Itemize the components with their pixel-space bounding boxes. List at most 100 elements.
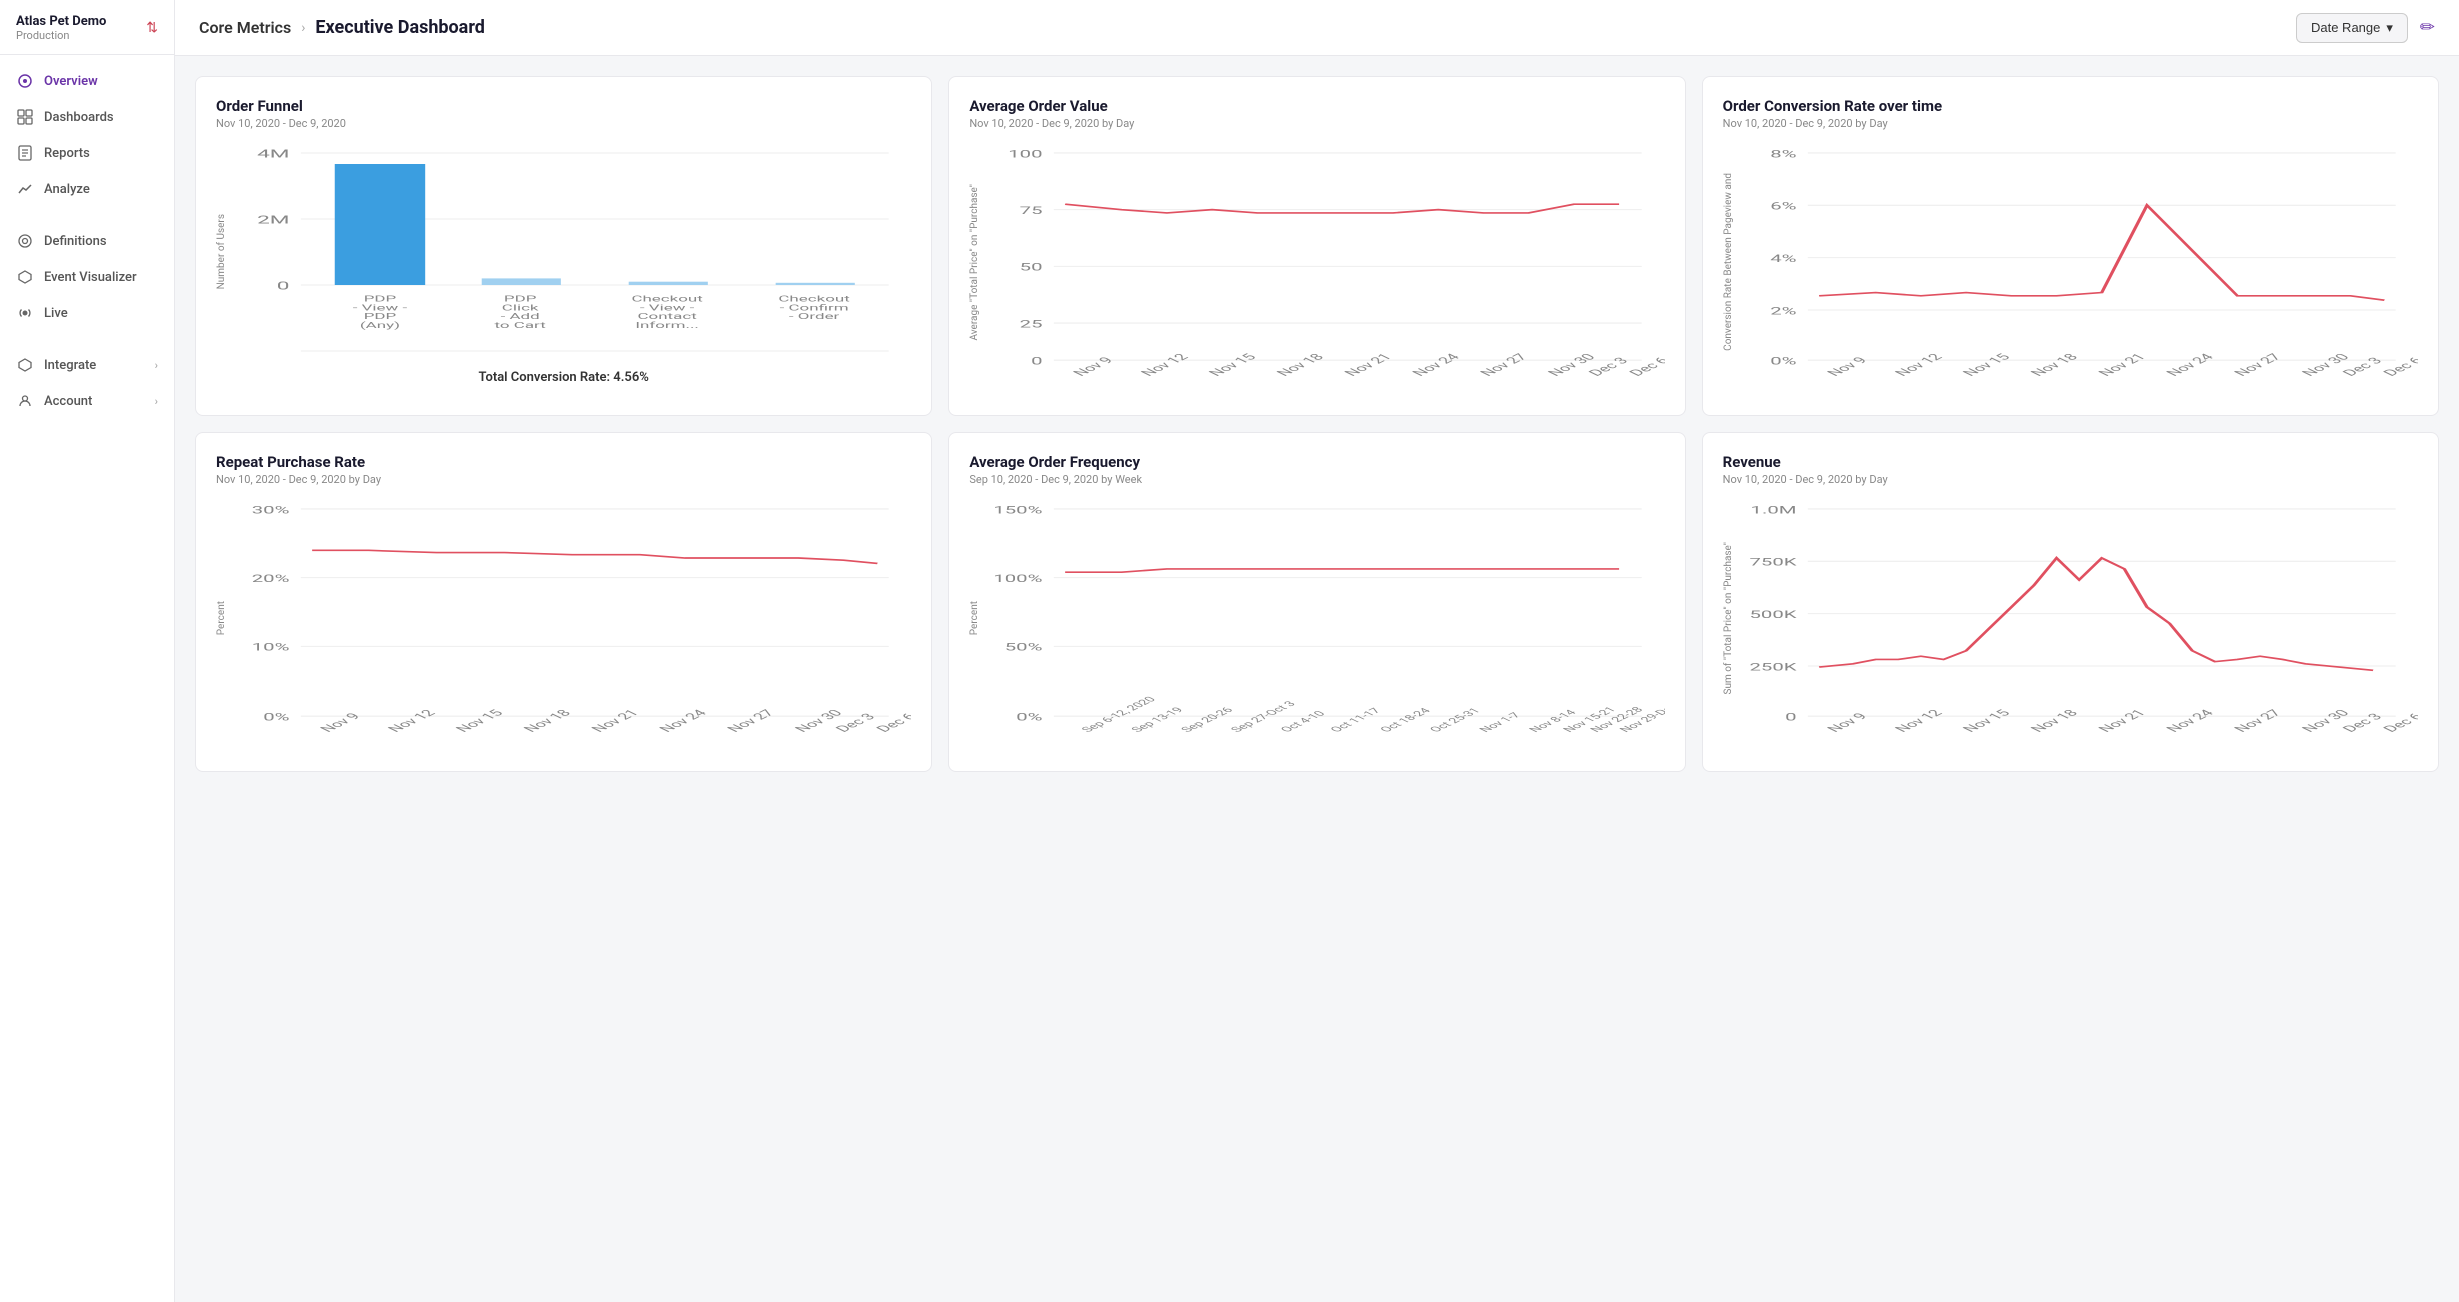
avg-order-value-card: Average Order Value Nov 10, 2020 - Dec 9… (948, 76, 1685, 416)
svg-text:Oct 18-24: Oct 18-24 (1377, 706, 1435, 734)
repeat-purchase-rate-y-label: Percent (216, 601, 227, 635)
svg-text:8%: 8% (1770, 148, 1796, 160)
sidebar-item-event-visualizer[interactable]: Event Visualizer (0, 259, 174, 295)
dashboards-icon (16, 108, 34, 126)
svg-text:0%: 0% (1017, 711, 1043, 723)
svg-text:2%: 2% (1770, 305, 1796, 317)
avg-order-frequency-title: Average Order Frequency (969, 453, 1664, 471)
revenue-card: Revenue Nov 10, 2020 - Dec 9, 2020 by Da… (1702, 432, 2439, 772)
order-conversion-rate-title: Order Conversion Rate over time (1723, 97, 2418, 115)
svg-text:75: 75 (1020, 205, 1043, 217)
svg-text:500K: 500K (1749, 609, 1797, 621)
order-conversion-rate-subtitle: Nov 10, 2020 - Dec 9, 2020 by Day (1723, 117, 2418, 130)
svg-text:10%: 10% (252, 642, 290, 654)
sidebar-item-account[interactable]: Account › (0, 383, 174, 419)
svg-text:50: 50 (1020, 262, 1043, 274)
sidebar-item-reports[interactable]: Reports (0, 135, 174, 171)
reports-icon (16, 144, 34, 162)
order-funnel-y-label: Number of Users (216, 214, 227, 289)
svg-text:Nov 21: Nov 21 (588, 708, 642, 734)
sidebar: Atlas Pet Demo Production ⇅ Overview Das… (0, 0, 175, 1302)
svg-text:50%: 50% (1005, 642, 1043, 654)
svg-text:(Any): (Any) (360, 321, 400, 330)
svg-text:Oct 11-17: Oct 11-17 (1327, 706, 1384, 734)
conversion-rate-text: Total Conversion Rate: 4.56% (216, 370, 911, 385)
date-range-chevron-icon: ▾ (2386, 20, 2393, 36)
account-chevron-icon: › (155, 395, 158, 408)
svg-text:Nov 9: Nov 9 (1070, 355, 1117, 378)
avg-order-frequency-subtitle: Sep 10, 2020 - Dec 9, 2020 by Week (969, 473, 1664, 486)
svg-text:Dec 6: Dec 6 (873, 712, 911, 735)
charts-grid: Order Funnel Nov 10, 2020 - Dec 9, 2020 … (195, 76, 2439, 772)
repeat-purchase-rate-title: Repeat Purchase Rate (216, 453, 911, 471)
order-conversion-rate-y-label: Conversion Rate Between Pageview and (1723, 173, 1734, 351)
sidebar-item-dashboards[interactable]: Dashboards (0, 99, 174, 135)
revenue-title: Revenue (1723, 453, 2418, 471)
breadcrumb-parent: Core Metrics (199, 18, 291, 37)
analyze-icon (16, 180, 34, 198)
svg-text:Nov 27: Nov 27 (2231, 352, 2285, 378)
content-area: Order Funnel Nov 10, 2020 - Dec 9, 2020 … (175, 56, 2459, 1302)
svg-text:20%: 20% (252, 573, 290, 585)
overview-icon (16, 72, 34, 90)
svg-text:Nov 15: Nov 15 (1959, 708, 2013, 734)
order-conversion-rate-card: Order Conversion Rate over time Nov 10, … (1702, 76, 2439, 416)
svg-text:Nov 18: Nov 18 (1274, 352, 1328, 378)
account-icon (16, 392, 34, 410)
svg-text:100: 100 (1009, 148, 1043, 160)
sidebar-item-definitions[interactable]: Definitions (0, 223, 174, 259)
svg-text:Nov 9: Nov 9 (1824, 355, 1871, 378)
svg-text:Nov 1-7: Nov 1-7 (1476, 711, 1524, 734)
svg-text:250K: 250K (1749, 661, 1797, 673)
sidebar-item-label: Definitions (44, 234, 107, 249)
sidebar-item-label: Overview (44, 74, 98, 89)
repeat-purchase-rate-card: Repeat Purchase Rate Nov 10, 2020 - Dec … (195, 432, 932, 772)
svg-text:0%: 0% (263, 711, 289, 723)
svg-text:0: 0 (1785, 711, 1796, 723)
breadcrumb: Core Metrics › Executive Dashboard (199, 17, 485, 38)
svg-text:Nov 27: Nov 27 (1477, 352, 1531, 378)
definitions-icon (16, 232, 34, 250)
avg-order-value-subtitle: Nov 10, 2020 - Dec 9, 2020 by Day (969, 117, 1664, 130)
app-switcher-icon[interactable]: ⇅ (146, 20, 158, 36)
svg-text:Nov 9: Nov 9 (1824, 711, 1871, 734)
svg-text:Nov 18: Nov 18 (2027, 352, 2081, 378)
svg-text:Nov 12: Nov 12 (385, 708, 439, 734)
svg-text:0: 0 (1031, 355, 1042, 367)
svg-text:0%: 0% (1770, 355, 1796, 367)
svg-text:Dec 6: Dec 6 (2380, 712, 2418, 735)
sidebar-item-label: Account (44, 394, 92, 409)
svg-text:4%: 4% (1770, 253, 1796, 265)
avg-order-value-y-label: Average "Total Price" on "Purchase" (969, 184, 980, 341)
svg-text:Nov 21: Nov 21 (1342, 352, 1396, 378)
avg-order-frequency-y-label: Percent (969, 601, 980, 635)
svg-text:Nov 24: Nov 24 (2163, 352, 2217, 378)
live-icon (16, 304, 34, 322)
date-range-button[interactable]: Date Range ▾ (2296, 13, 2408, 43)
sidebar-item-overview[interactable]: Overview (0, 63, 174, 99)
breadcrumb-current: Executive Dashboard (315, 17, 484, 38)
repeat-purchase-rate-subtitle: Nov 10, 2020 - Dec 9, 2020 by Day (216, 473, 911, 486)
svg-text:Nov 27: Nov 27 (2231, 708, 2285, 734)
svg-text:to Cart: to Cart (495, 321, 546, 330)
svg-text:Nov 15: Nov 15 (453, 708, 507, 734)
svg-text:750K: 750K (1749, 556, 1797, 568)
edit-icon[interactable]: ✏ (2420, 17, 2435, 38)
svg-text:Nov 15: Nov 15 (1206, 352, 1260, 378)
sidebar-item-analyze[interactable]: Analyze (0, 171, 174, 207)
integrate-icon (16, 356, 34, 374)
order-funnel-subtitle: Nov 10, 2020 - Dec 9, 2020 (216, 117, 911, 130)
breadcrumb-separator: › (301, 20, 305, 36)
app-logo[interactable]: Atlas Pet Demo Production ⇅ (0, 0, 174, 55)
sidebar-item-label: Reports (44, 146, 90, 161)
app-sub: Production (16, 29, 106, 42)
sidebar-item-integrate[interactable]: Integrate › (0, 347, 174, 383)
svg-text:Nov 27: Nov 27 (724, 708, 778, 734)
svg-text:Dec 6: Dec 6 (2380, 356, 2418, 379)
svg-text:Nov 24: Nov 24 (656, 708, 710, 734)
svg-text:Nov 9: Nov 9 (317, 711, 364, 734)
svg-text:6%: 6% (1770, 200, 1796, 212)
sidebar-item-live[interactable]: Live (0, 295, 174, 331)
svg-text:Nov 18: Nov 18 (2027, 708, 2081, 734)
svg-text:Dec 6: Dec 6 (1627, 356, 1665, 379)
